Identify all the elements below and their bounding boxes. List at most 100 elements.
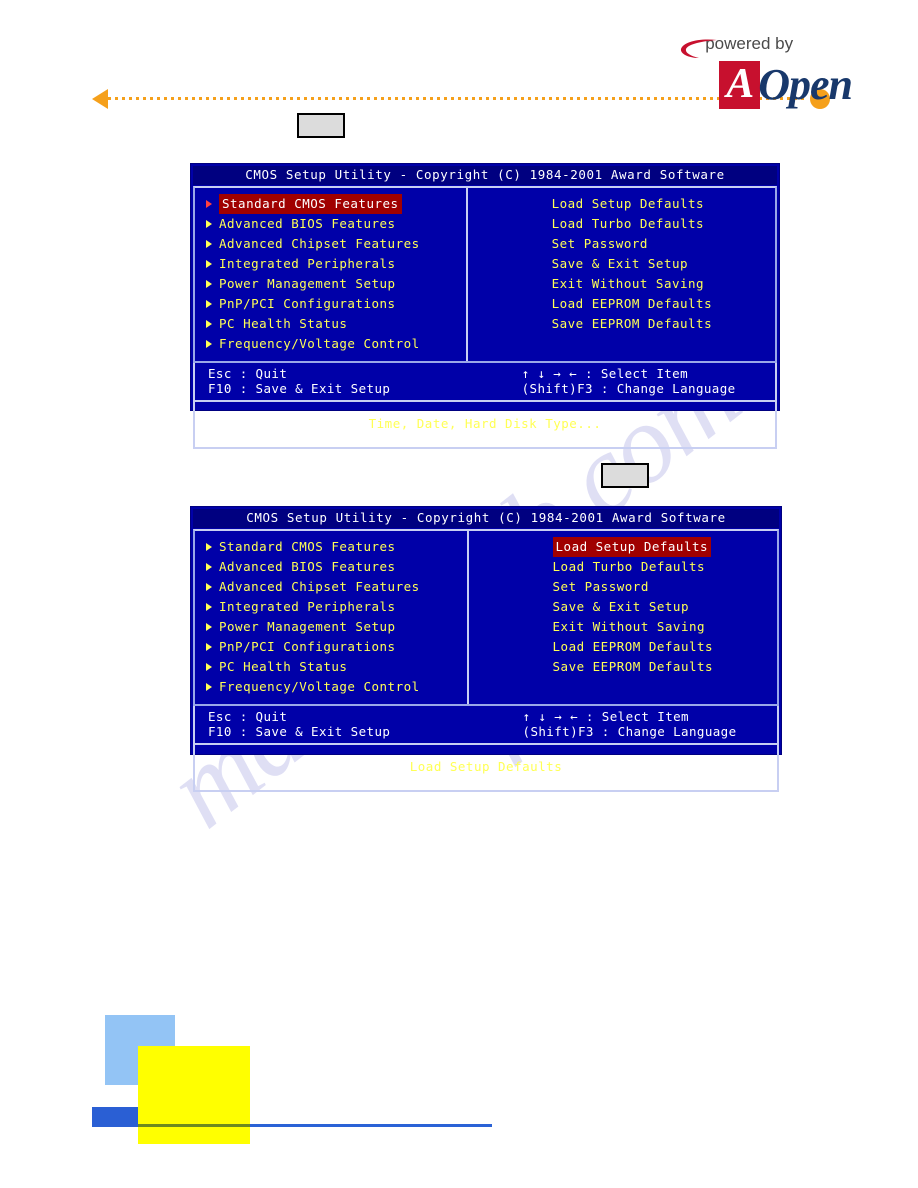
menu-item-advanced-bios-features[interactable]: Advanced BIOS Features	[195, 214, 466, 234]
menu-item-label: Advanced BIOS Features	[219, 559, 396, 574]
image-placeholder-2	[601, 463, 649, 488]
triangle-bullet-icon	[206, 300, 212, 308]
bios-help-right: ↑ ↓ → ← : Select Item (Shift)F3 : Change…	[469, 709, 777, 739]
powered-by-row: powered by	[681, 34, 852, 60]
menu-item-label: Advanced BIOS Features	[219, 216, 396, 231]
menu-item-pc-health-status[interactable]: PC Health Status	[195, 314, 466, 334]
bios-help-right: ↑ ↓ → ← : Select Item (Shift)F3 : Change…	[468, 366, 775, 396]
bios-title-bar: CMOS Setup Utility - Copyright (C) 1984-…	[193, 509, 779, 528]
menu-item-label: PC Health Status	[219, 659, 348, 674]
bios-right-column: Load Setup Defaults Load Turbo Defaults …	[468, 188, 775, 361]
menu-item-label: Set Password	[552, 579, 649, 594]
menu-item-frequency-voltage-control[interactable]: Frequency/Voltage Control	[195, 677, 467, 697]
menu-item-label: Load EEPROM Defaults	[551, 296, 713, 311]
menu-item-set-password[interactable]: Set Password	[469, 577, 777, 597]
menu-item-label: Exit Without Saving	[551, 276, 705, 291]
help-f10-save-exit: F10 : Save & Exit Setup	[208, 724, 391, 739]
menu-item-label: Standard CMOS Features	[219, 194, 402, 214]
help-esc-quit: Esc : Quit	[208, 709, 288, 724]
triangle-bullet-icon	[206, 320, 212, 328]
menu-item-integrated-peripherals[interactable]: Integrated Peripherals	[195, 597, 467, 617]
menu-item-save-and-exit-setup[interactable]: Save & Exit Setup	[469, 597, 777, 617]
menu-item-exit-without-saving[interactable]: Exit Without Saving	[469, 617, 777, 637]
bios-left-column: Standard CMOS Features Advanced BIOS Fea…	[195, 531, 469, 704]
swoosh-icon	[681, 39, 718, 58]
menu-item-power-management-setup[interactable]: Power Management Setup	[195, 617, 467, 637]
triangle-bullet-icon	[206, 583, 212, 591]
menu-item-label: Frequency/Voltage Control	[219, 336, 420, 351]
menu-item-label: Set Password	[551, 236, 648, 251]
help-select-item: ↑ ↓ → ← : Select Item	[521, 366, 689, 381]
menu-item-set-password[interactable]: Set Password	[468, 234, 775, 254]
menu-item-frequency-voltage-control[interactable]: Frequency/Voltage Control	[195, 334, 466, 354]
aopen-logo: powered by A Open	[681, 34, 853, 109]
menu-item-label: Exit Without Saving	[552, 619, 706, 634]
aopen-wordmark: A Open	[685, 60, 853, 109]
bios-help-bar: Esc : Quit F10 : Save & Exit Setup ↑ ↓ →…	[193, 363, 777, 402]
footer-rule-overlap	[138, 1124, 250, 1127]
menu-item-label: Load Turbo Defaults	[551, 216, 705, 231]
menu-item-pnp-pci-configurations[interactable]: PnP/PCI Configurations	[195, 294, 466, 314]
menu-item-label: Frequency/Voltage Control	[219, 679, 420, 694]
menu-item-standard-cmos-features[interactable]: Standard CMOS Features	[195, 537, 467, 557]
triangle-bullet-icon	[206, 220, 212, 228]
triangle-bullet-icon	[206, 543, 212, 551]
menu-item-label: Save & Exit Setup	[552, 599, 689, 614]
triangle-bullet-icon	[206, 603, 212, 611]
menu-item-label: Integrated Peripherals	[219, 599, 396, 614]
menu-item-advanced-chipset-features[interactable]: Advanced Chipset Features	[195, 577, 467, 597]
menu-item-load-eeprom-defaults[interactable]: Load EEPROM Defaults	[469, 637, 777, 657]
triangle-bullet-icon	[206, 340, 212, 348]
menu-item-label: Save & Exit Setup	[551, 256, 689, 271]
bios-right-column: Load Setup Defaults Load Turbo Defaults …	[469, 531, 777, 704]
menu-item-load-setup-defaults[interactable]: Load Setup Defaults	[468, 194, 775, 214]
menu-item-save-eeprom-defaults[interactable]: Save EEPROM Defaults	[469, 657, 777, 677]
menu-item-power-management-setup[interactable]: Power Management Setup	[195, 274, 466, 294]
menu-item-label: PC Health Status	[219, 316, 348, 331]
menu-item-load-eeprom-defaults[interactable]: Load EEPROM Defaults	[468, 294, 775, 314]
menu-item-pc-health-status[interactable]: PC Health Status	[195, 657, 467, 677]
menu-item-label: Advanced Chipset Features	[219, 236, 420, 251]
aopen-open-text: Open	[758, 60, 853, 109]
menu-item-label: Load Setup Defaults	[552, 537, 712, 557]
menu-item-load-turbo-defaults[interactable]: Load Turbo Defaults	[468, 214, 775, 234]
bios-menu-area: Standard CMOS Features Advanced BIOS Fea…	[193, 186, 777, 363]
triangle-bullet-icon	[206, 663, 212, 671]
menu-item-label: Advanced Chipset Features	[219, 579, 420, 594]
menu-item-load-setup-defaults[interactable]: Load Setup Defaults	[469, 537, 777, 557]
menu-item-advanced-bios-features[interactable]: Advanced BIOS Features	[195, 557, 467, 577]
menu-item-label: Load Turbo Defaults	[552, 559, 706, 574]
menu-item-standard-cmos-features[interactable]: Standard CMOS Features	[195, 194, 466, 214]
triangle-bullet-icon	[206, 200, 212, 208]
menu-item-exit-without-saving[interactable]: Exit Without Saving	[468, 274, 775, 294]
menu-item-label: Integrated Peripherals	[219, 256, 396, 271]
bios-left-column: Standard CMOS Features Advanced BIOS Fea…	[195, 188, 468, 361]
bios-help-left: Esc : Quit F10 : Save & Exit Setup	[195, 366, 468, 396]
menu-item-integrated-peripherals[interactable]: Integrated Peripherals	[195, 254, 466, 274]
menu-item-save-eeprom-defaults[interactable]: Save EEPROM Defaults	[468, 314, 775, 334]
decoration-yellow-square	[138, 1046, 250, 1144]
triangle-bullet-icon	[206, 683, 212, 691]
menu-item-load-turbo-defaults[interactable]: Load Turbo Defaults	[469, 557, 777, 577]
triangle-bullet-icon	[206, 280, 212, 288]
menu-item-advanced-chipset-features[interactable]: Advanced Chipset Features	[195, 234, 466, 254]
bios-status-bar: Load Setup Defaults	[193, 745, 779, 792]
decoration-blue-rectangle	[92, 1107, 138, 1127]
left-arrow-icon	[92, 89, 108, 109]
bios-help-bar: Esc : Quit F10 : Save & Exit Setup ↑ ↓ →…	[193, 706, 779, 745]
help-change-language: (Shift)F3 : Change Language	[521, 381, 736, 396]
bios-help-left: Esc : Quit F10 : Save & Exit Setup	[195, 709, 469, 739]
triangle-bullet-icon	[206, 563, 212, 571]
help-f10-save-exit: F10 : Save & Exit Setup	[208, 381, 391, 396]
menu-item-pnp-pci-configurations[interactable]: PnP/PCI Configurations	[195, 637, 467, 657]
menu-item-save-and-exit-setup[interactable]: Save & Exit Setup	[468, 254, 775, 274]
triangle-bullet-icon	[206, 623, 212, 631]
help-change-language: (Shift)F3 : Change Language	[522, 724, 737, 739]
bios-screen-2: CMOS Setup Utility - Copyright (C) 1984-…	[190, 506, 782, 792]
triangle-bullet-icon	[206, 260, 212, 268]
bios-title-bar: CMOS Setup Utility - Copyright (C) 1984-…	[193, 166, 777, 185]
menu-item-label: PnP/PCI Configurations	[219, 296, 396, 311]
menu-item-label: Load EEPROM Defaults	[552, 639, 714, 654]
menu-item-label: Power Management Setup	[219, 619, 396, 634]
menu-item-label: Power Management Setup	[219, 276, 396, 291]
